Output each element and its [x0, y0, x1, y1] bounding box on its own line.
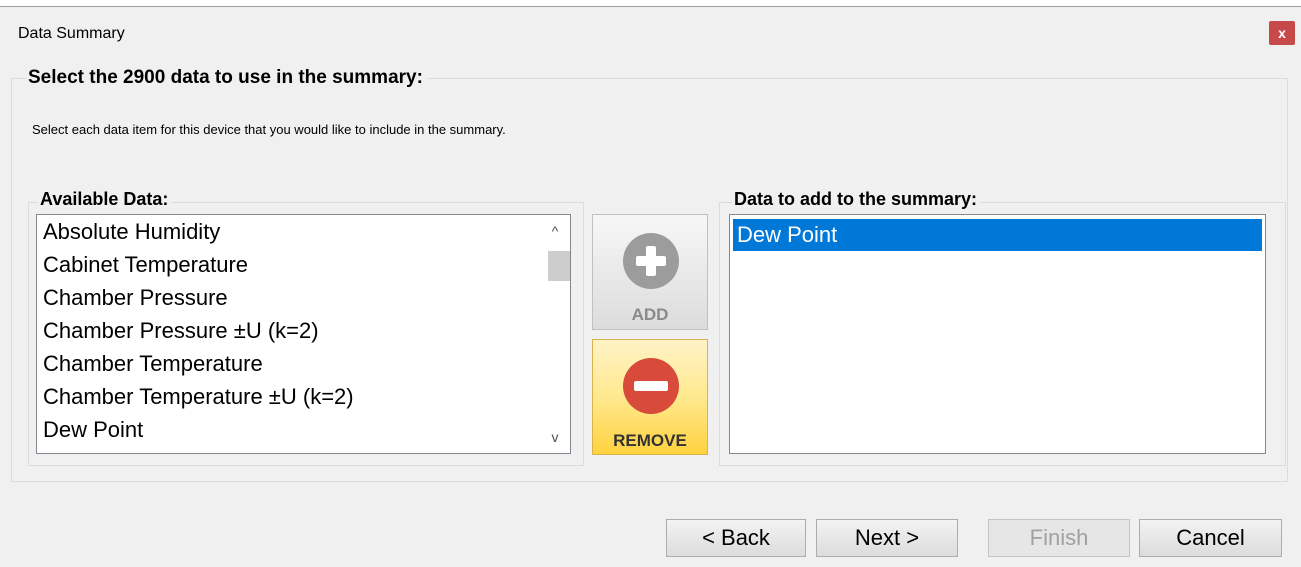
next-button[interactable]: Next >	[816, 519, 958, 557]
selected-data-title: Data to add to the summary:	[732, 189, 981, 210]
window-top-border	[0, 0, 1301, 7]
list-item[interactable]: Chamber Temperature ±U (k=2)	[37, 380, 570, 413]
back-button[interactable]: < Back	[666, 519, 806, 557]
available-data-list[interactable]: Absolute Humidity Cabinet Temperature Ch…	[36, 214, 571, 454]
close-icon: x	[1278, 25, 1286, 41]
list-item[interactable]: Chamber Pressure	[37, 281, 570, 314]
plus-icon	[623, 233, 679, 289]
instruction-text: Select each data item for this device th…	[32, 122, 506, 137]
scrollbar-thumb[interactable]	[548, 251, 570, 281]
title-bar: Data Summary	[0, 7, 1301, 61]
remove-button[interactable]: REMOVE	[592, 339, 708, 455]
close-button[interactable]: x	[1269, 21, 1295, 45]
finish-button[interactable]: Finish	[988, 519, 1130, 557]
list-item-selected[interactable]: Dew Point	[733, 219, 1262, 251]
list-item[interactable]: Absolute Humidity	[37, 215, 570, 248]
add-button-label: ADD	[631, 305, 669, 324]
scroll-up-icon[interactable]: ^	[540, 217, 570, 245]
available-data-title: Available Data:	[38, 189, 172, 210]
list-item[interactable]: Dew Point	[37, 413, 570, 446]
list-item[interactable]: Chamber Pressure ±U (k=2)	[37, 314, 570, 347]
selected-data-list[interactable]: Dew Point	[729, 214, 1266, 454]
list-item[interactable]: Cabinet Temperature	[37, 248, 570, 281]
cancel-button[interactable]: Cancel	[1139, 519, 1282, 557]
available-list-scrollbar[interactable]: ^ v	[540, 215, 570, 453]
add-button[interactable]: ADD	[592, 214, 708, 330]
window-title: Data Summary	[18, 25, 125, 42]
main-group-title: Select the 2900 data to use in the summa…	[26, 67, 427, 89]
minus-icon	[623, 358, 679, 414]
list-item[interactable]: Chamber Temperature	[37, 347, 570, 380]
scroll-down-icon[interactable]: v	[540, 423, 570, 451]
remove-button-label: REMOVE	[613, 431, 687, 450]
